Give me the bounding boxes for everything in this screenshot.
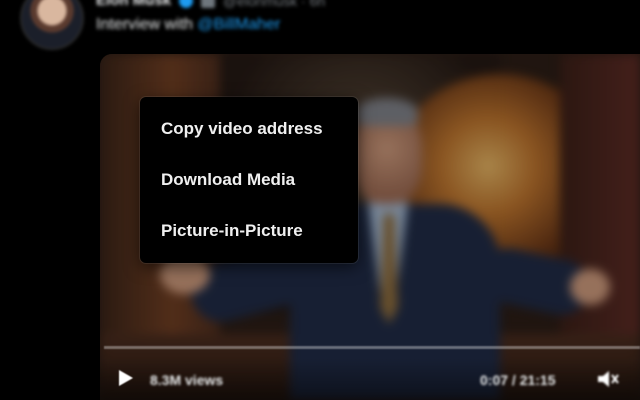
verified-badge-icon	[179, 0, 194, 8]
tweet-header: Elon Musk @elonmusk · 6h	[96, 0, 325, 9]
author-handle-time: @elonmusk · 6h	[223, 0, 326, 9]
view-count: 8.3M views	[150, 372, 224, 388]
video-context-menu: Copy video address Download Media Pictur…	[140, 97, 358, 263]
author-name[interactable]: Elon Musk	[96, 0, 171, 9]
play-icon[interactable]	[114, 367, 136, 389]
mention-link[interactable]: @BillMaher	[197, 16, 280, 33]
tweet-text-body: Interview with	[96, 16, 198, 33]
video-time: 0:07 / 21:15	[480, 372, 556, 388]
video-progress-bar[interactable]	[104, 346, 640, 349]
affiliation-icon	[201, 0, 216, 8]
tweet-text: Interview with @BillMaher	[96, 16, 280, 34]
author-avatar[interactable]	[20, 0, 84, 50]
menu-item-copy-video-address[interactable]: Copy video address	[140, 103, 358, 154]
volume-icon[interactable]	[596, 368, 620, 390]
menu-item-download-media[interactable]: Download Media	[140, 154, 358, 205]
tweet-page: Elon Musk @elonmusk · 6h Interview with …	[0, 0, 640, 400]
menu-item-picture-in-picture[interactable]: Picture-in-Picture	[140, 205, 358, 256]
